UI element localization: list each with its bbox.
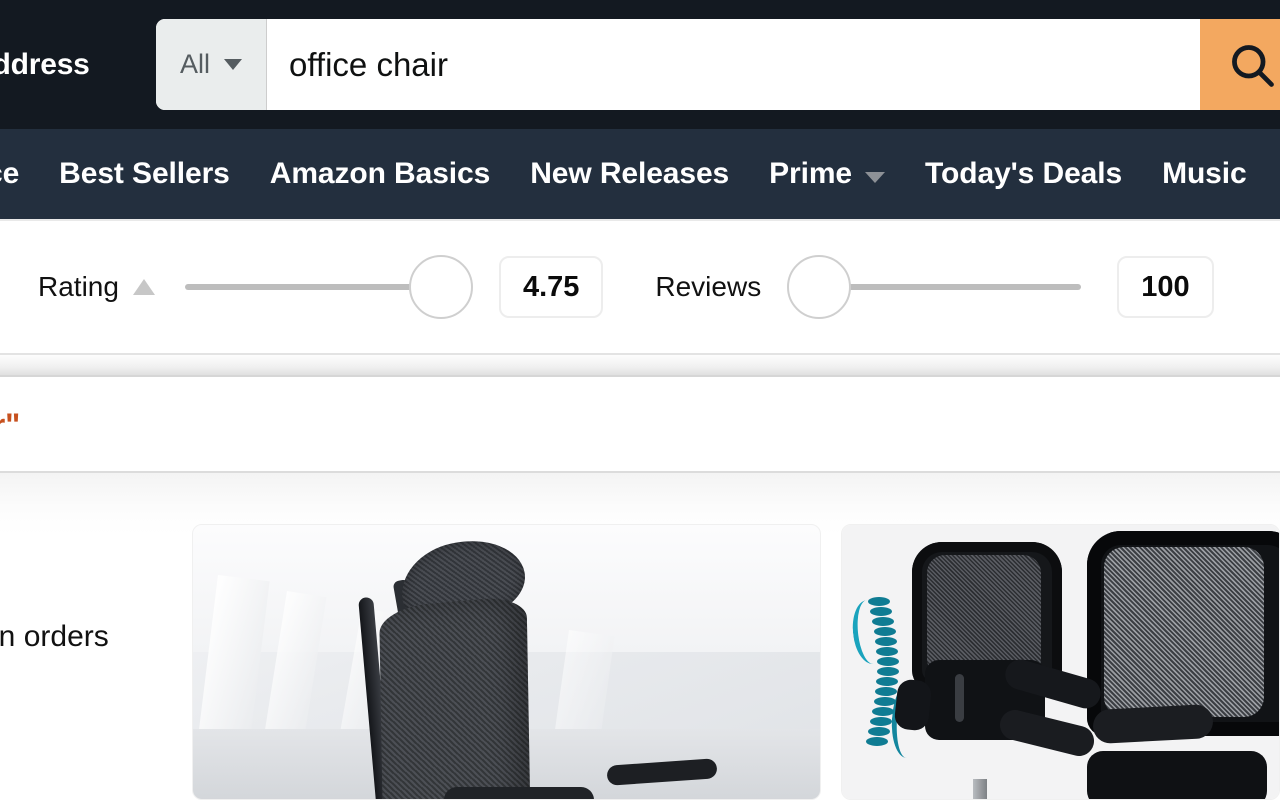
toolbar-divider — [0, 355, 1280, 377]
sidebar-item-music[interactable]: Music — [1142, 157, 1267, 191]
sidebar-item-ce[interactable]: ce — [0, 157, 39, 191]
spine-vertebra — [876, 666, 899, 676]
rating-value: 4.75 — [522, 270, 580, 303]
results-header: air" — [0, 379, 1280, 473]
nav-label-music: Music — [1162, 157, 1247, 190]
reviews-filter-group: Reviews 100 — [655, 245, 1214, 329]
sidebar-item-new-releases[interactable]: New Releases — [510, 157, 749, 191]
rating-filter-group: Rating 4.75 — [38, 245, 604, 329]
nav-label-new-releases: New Releases — [530, 157, 730, 190]
product-image-mesh-office-chair-with-headrest[interactable] — [193, 525, 820, 799]
spine-vertebra — [875, 636, 898, 646]
nav-label-amazon-basics: Amazon Basics — [269, 157, 491, 190]
reviews-slider-thumb[interactable] — [787, 255, 852, 319]
search-bar: All — [156, 19, 1280, 110]
search-query-echo: air" — [0, 406, 21, 443]
chevron-down-icon — [224, 59, 242, 70]
spine-vertebra — [876, 676, 899, 686]
filters-sidebar: on orders — [0, 535, 192, 800]
search-submit-button[interactable] — [1200, 19, 1280, 110]
product-card[interactable] — [192, 524, 821, 800]
spine-vertebra — [866, 736, 889, 746]
rating-value-box[interactable]: 4.75 — [498, 256, 604, 318]
spine-vertebra — [874, 696, 897, 706]
product-image-ergonomic-mesh-chairs-lumbar-support[interactable] — [841, 525, 1279, 799]
chair-a-armrest-lower — [997, 707, 1098, 760]
sidebar-item-books[interactable]: Books — [1267, 157, 1280, 191]
spine-vertebra — [875, 686, 898, 696]
spine-vertebra — [871, 616, 894, 626]
chevron-down-icon — [865, 171, 886, 183]
spine-vertebra — [868, 726, 891, 736]
reviews-label: Reviews — [655, 271, 762, 302]
secondary-navigation-bar: ce Best Sellers Amazon Basics New Releas… — [0, 129, 1280, 219]
chair-a-gas-cylinder — [972, 778, 987, 799]
search-results-grid — [192, 524, 1280, 800]
product-card[interactable] — [840, 524, 1280, 800]
chair-b-armrest — [1092, 704, 1214, 745]
chair-mesh-backrest — [379, 595, 531, 799]
sidebar-item-prime[interactable]: Prime — [749, 157, 905, 191]
sidebar-item-todays-deals[interactable]: Today's Deals — [905, 157, 1142, 191]
chair-b-mesh — [1104, 547, 1265, 718]
spine-vertebra — [869, 606, 892, 616]
search-input[interactable] — [267, 19, 1280, 110]
rating-label: Rating — [38, 271, 119, 302]
sidebar-item-free-shipping[interactable]: on orders — [0, 620, 109, 654]
spine-vertebra — [873, 626, 896, 636]
rating-slider-thumb[interactable] — [409, 255, 474, 319]
nav-label-best-sellers: Best Sellers — [59, 157, 230, 190]
reviews-slider[interactable] — [787, 245, 1082, 329]
reviews-slider-track[interactable] — [819, 284, 1082, 290]
search-icon — [1226, 39, 1278, 91]
rating-slider[interactable] — [184, 245, 474, 329]
chair-a-mesh — [927, 555, 1042, 678]
nav-label-todays-deals: Today's Deals — [925, 157, 1123, 190]
spine-vertebra — [872, 706, 895, 716]
chair-a-lumbar-slot — [955, 674, 965, 723]
delivery-address-link[interactable]: address — [0, 48, 90, 82]
spine-vertebra — [876, 646, 899, 656]
search-category-dropdown[interactable]: All — [156, 19, 267, 110]
reviews-value: 100 — [1141, 270, 1190, 303]
filter-toolbar: Rating 4.75 Reviews 100 — [0, 219, 1280, 355]
reviews-value-box[interactable]: 100 — [1117, 256, 1214, 318]
triangle-up-icon[interactable] — [132, 279, 155, 295]
spine-vertebra — [870, 716, 893, 726]
sidebar-item-amazon-basics[interactable]: Amazon Basics — [250, 157, 510, 191]
chair-seat — [443, 787, 594, 799]
nav-label-prime: Prime — [769, 157, 853, 190]
spine-vertebra — [876, 656, 899, 666]
spine-vertebra — [867, 596, 890, 606]
sidebar-item-best-sellers[interactable]: Best Sellers — [39, 157, 250, 191]
top-navigation-bar: address All — [0, 0, 1280, 129]
nav-label-ce: ce — [0, 157, 20, 190]
chair-b-base — [1086, 751, 1267, 799]
search-category-label: All — [179, 49, 210, 79]
spine-vertebrae-icon — [866, 596, 899, 749]
